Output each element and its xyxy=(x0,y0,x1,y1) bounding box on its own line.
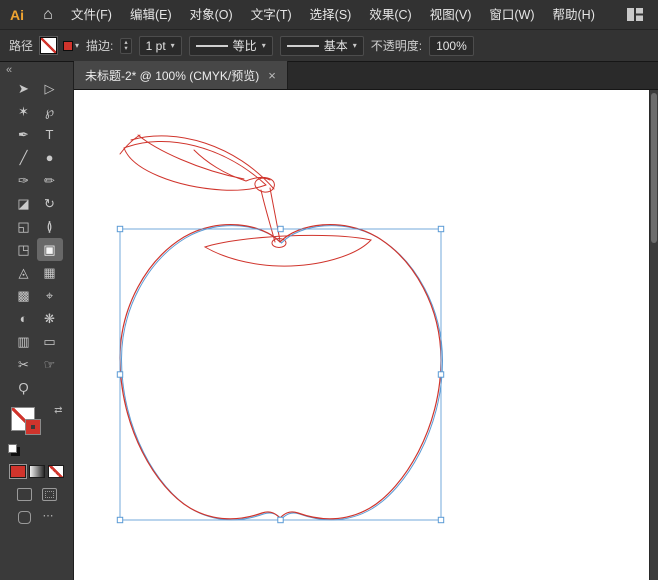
stem-base-blob xyxy=(271,238,287,248)
menu-item-file[interactable]: 文件(F) xyxy=(62,0,121,30)
vertical-scrollbar[interactable] xyxy=(649,90,658,580)
menu-item-help[interactable]: 帮助(H) xyxy=(544,0,604,30)
stepper-down-icon[interactable]: ▾ xyxy=(124,45,127,52)
symbol-sprayer-tool[interactable]: ❋ xyxy=(37,307,63,330)
column-graph-tool[interactable]: ▥ xyxy=(11,330,37,353)
control-bar: 路径 ▾ 描边: ▴ ▾ 1 pt ▾ 等比 ▾ 基本 ▾ 不透明度: 100% xyxy=(0,30,658,62)
edit-toolbar-button[interactable]: ⋯ xyxy=(41,511,56,524)
stroke-weight-label: 描边: xyxy=(86,39,114,53)
stroke-profile-line-icon xyxy=(195,44,228,47)
document-tab[interactable]: 未标题-2* @ 100% (CMYK/预览) × xyxy=(74,61,288,89)
mesh-tool[interactable]: ▦ xyxy=(37,261,63,284)
fill-none-swatch[interactable] xyxy=(40,37,58,54)
document-tab-title: 未标题-2* @ 100% (CMYK/预览) xyxy=(85,68,260,83)
drawing-mode-buttons xyxy=(16,488,57,501)
opacity-label: 不透明度: xyxy=(370,39,423,53)
artwork-apple-drawing[interactable] xyxy=(74,90,649,580)
scrollbar-thumb[interactable] xyxy=(651,93,657,243)
selection-tool[interactable]: ➤ xyxy=(11,77,37,100)
canvas-area[interactable] xyxy=(74,90,658,580)
menubar: Ai ⌂ 文件(F) 编辑(E) 对象(O) 文字(T) 选择(S) 效果(C) 视图(V)… xyxy=(0,0,658,30)
stroke-color-swatch[interactable]: ▾ xyxy=(63,40,80,51)
perspective-grid-tool[interactable]: ◬ xyxy=(11,261,37,284)
opacity-value: 100% xyxy=(436,38,467,53)
menu-item-type[interactable]: 文字(T) xyxy=(242,0,301,30)
app-logo-ai[interactable]: Ai xyxy=(0,7,34,23)
magic-wand-tool[interactable]: ✶ xyxy=(11,100,37,123)
menu-item-window[interactable]: 窗口(W) xyxy=(480,0,543,30)
apple-outline-selection xyxy=(120,225,444,521)
screen-mode-button[interactable] xyxy=(17,511,31,524)
shape-builder-tool[interactable]: ▣ xyxy=(36,238,63,261)
selection-handles[interactable] xyxy=(116,225,445,524)
paintbrush-tool[interactable]: ✑ xyxy=(11,169,37,192)
menu-list: 文件(F) 编辑(E) 对象(O) 文字(T) 选择(S) 效果(C) 视图(V) 窗口(W)… xyxy=(62,0,604,30)
slice-tool[interactable]: ✂ xyxy=(11,353,37,376)
hand-tool[interactable]: ☞ xyxy=(37,353,63,376)
scale-tool[interactable]: ◱ xyxy=(11,215,37,238)
eyedropper-tool[interactable]: ⌖ xyxy=(37,284,63,307)
gradient-tool[interactable]: ▩ xyxy=(11,284,37,307)
stroke-weight-value: 1 pt xyxy=(145,38,166,53)
pen-tool[interactable]: ✒ xyxy=(11,123,37,146)
lasso-tool[interactable]: ℘ xyxy=(37,100,63,123)
opacity-dropdown[interactable]: 100% xyxy=(429,35,474,56)
ellipse-tool[interactable]: ● xyxy=(37,146,63,169)
menu-item-object[interactable]: 对象(O) xyxy=(181,0,242,30)
draw-normal-button[interactable] xyxy=(16,488,32,501)
color-mode-buttons xyxy=(8,464,64,479)
width-profile-dropdown[interactable]: 等比 ▾ xyxy=(188,35,273,56)
chevron-down-icon: ▾ xyxy=(352,41,357,50)
menu-item-view[interactable]: 视图(V) xyxy=(421,0,481,30)
tool-list: ➤ ▷ ✶ ℘ ✒ T ╱ ● ✑ ✏ ◪ ↻ ◱ ≬ ◳ ▣ ◬ ▦ ▩ ⌖ ◐ ❋ ▥ ▭ ✂ ☞ Ϙ xyxy=(11,77,63,399)
stroke-weight-dropdown[interactable]: 1 pt ▾ xyxy=(138,35,182,56)
gradient-button[interactable] xyxy=(28,465,45,478)
workspace-grid-icon xyxy=(627,8,643,21)
default-fill-stroke-icon[interactable] xyxy=(7,444,17,453)
apple-stem[interactable] xyxy=(260,187,287,248)
direct-selection-tool[interactable]: ▷ xyxy=(37,77,63,100)
color-button[interactable] xyxy=(8,464,27,479)
type-tool[interactable]: T xyxy=(37,123,63,146)
chevron-down-icon: ▾ xyxy=(75,41,80,50)
swap-fill-stroke-icon[interactable]: ⇄ xyxy=(54,405,62,416)
artboard-tool[interactable]: ▭ xyxy=(37,330,63,353)
draw-inside-button[interactable] xyxy=(41,488,57,501)
eraser-tool[interactable]: ◪ xyxy=(11,192,37,215)
line-segment-tool[interactable]: ╱ xyxy=(11,146,37,169)
collapse-panel-icon[interactable]: « xyxy=(0,62,18,77)
apple-outline[interactable] xyxy=(119,224,442,520)
width-profile-value: 等比 xyxy=(232,39,257,53)
home-icon[interactable]: ⌂ xyxy=(34,6,62,24)
document-tab-bar: 未标题-2* @ 100% (CMYK/预览) × xyxy=(74,61,658,90)
chevron-down-icon: ▾ xyxy=(170,41,175,50)
tools-panel: « ➤ ▷ ✶ ℘ ✒ T ╱ ● ✑ ✏ ◪ ↻ ◱ ≬ ◳ ▣ ◬ ▦ ▩ ⌖ ◐ ❋ ▥ ▭ ✂ ☞ Ϙ ⇄ ⋯ xyxy=(0,62,74,580)
bottom-mode-buttons: ⋯ xyxy=(17,511,56,524)
workspace-switcher-icon[interactable] xyxy=(620,8,650,21)
none-button[interactable] xyxy=(47,465,64,478)
stroke-indicator[interactable] xyxy=(24,419,41,435)
stroke-color-box xyxy=(63,40,74,51)
blend-tool[interactable]: ◐ xyxy=(11,307,37,330)
zoom-tool[interactable]: Ϙ xyxy=(11,376,37,399)
brush-definition-dropdown[interactable]: 基本 ▾ xyxy=(279,35,364,56)
apple-top-hatch[interactable] xyxy=(203,234,372,267)
fill-stroke-indicator: ⇄ xyxy=(7,405,66,453)
leaf-sketch[interactable] xyxy=(119,134,275,193)
tab-close-icon[interactable]: × xyxy=(268,68,276,83)
pencil-tool[interactable]: ✏ xyxy=(37,169,63,192)
menu-item-effect[interactable]: 效果(C) xyxy=(360,0,420,30)
width-tool[interactable]: ≬ xyxy=(37,215,63,238)
free-transform-tool[interactable]: ◳ xyxy=(11,238,37,261)
stroke-weight-stepper[interactable]: ▴ ▾ xyxy=(120,37,132,54)
selection-bounding-box[interactable] xyxy=(119,228,442,521)
brush-stroke-line-icon xyxy=(286,44,319,47)
chevron-down-icon: ▾ xyxy=(261,41,266,50)
selection-type-label: 路径 xyxy=(9,39,34,53)
menu-item-edit[interactable]: 编辑(E) xyxy=(121,0,181,30)
brush-definition-value: 基本 xyxy=(323,39,348,53)
illustrator-window: Ai ⌂ 文件(F) 编辑(E) 对象(O) 文字(T) 选择(S) 效果(C) 视图(V)… xyxy=(0,0,658,580)
menu-item-select[interactable]: 选择(S) xyxy=(301,0,361,30)
rotate-tool[interactable]: ↻ xyxy=(37,192,63,215)
